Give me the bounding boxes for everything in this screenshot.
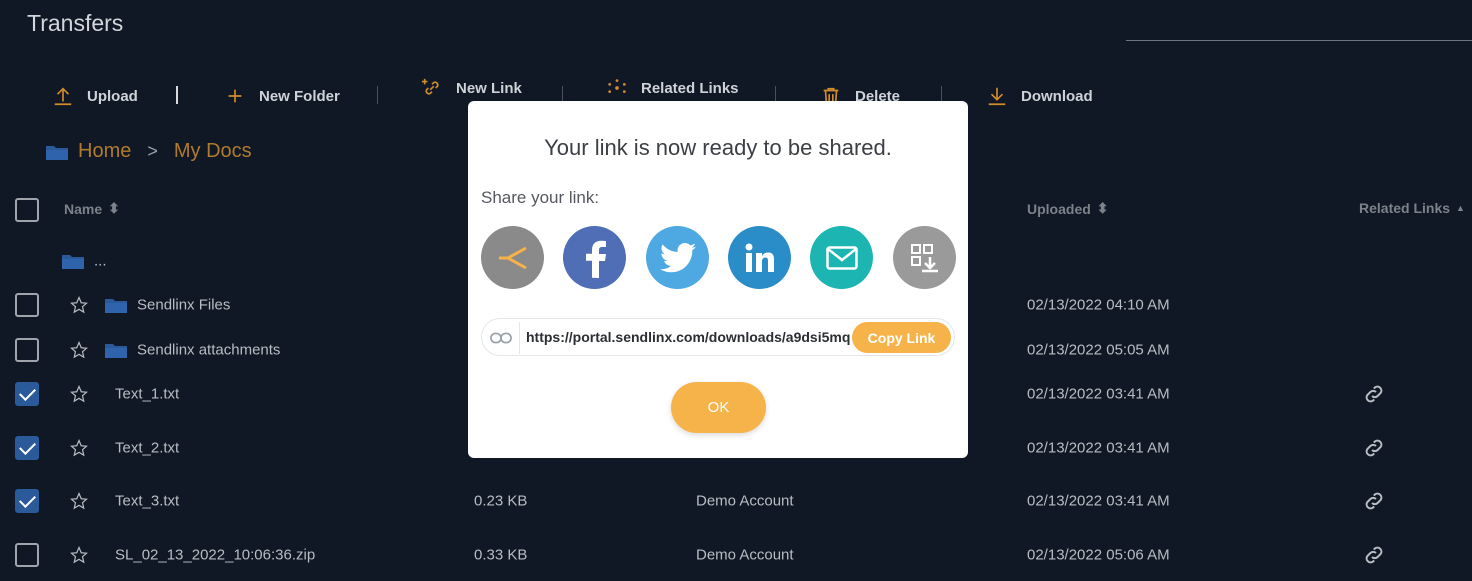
owner-name: Demo Account [696, 546, 794, 564]
share-link-modal: Your link is now ready to be shared. Sha… [468, 101, 968, 458]
link-icon[interactable] [1362, 436, 1386, 460]
star-icon[interactable] [70, 439, 88, 457]
email-icon[interactable] [810, 226, 873, 289]
file-name[interactable]: Text_3.txt [115, 493, 179, 510]
network-icon [608, 79, 626, 94]
row-checkbox[interactable] [15, 436, 39, 460]
star-icon[interactable] [70, 546, 88, 564]
ok-button[interactable]: OK [671, 382, 766, 433]
upload-icon [54, 87, 72, 106]
table-row[interactable]: SL_02_13_2022_10:06:36.zip 0.33 KB Demo … [0, 535, 1472, 575]
app-background: Transfers Upload New Folder New Link Rel… [0, 0, 1472, 581]
upload-button[interactable]: Upload [52, 78, 138, 114]
uploaded-date: 02/13/2022 05:06 AM [1027, 546, 1170, 564]
download-label: Download [1021, 87, 1093, 105]
sort-icon: ⬍ [108, 200, 120, 216]
title-divider [1126, 40, 1472, 41]
star-icon[interactable] [70, 385, 88, 403]
file-size: 0.23 KB [474, 492, 528, 510]
upload-label: Upload [87, 87, 138, 105]
toolbar-separator [377, 86, 378, 104]
uploaded-date: 02/13/2022 03:41 AM [1027, 492, 1170, 510]
breadcrumb: Home > My Docs [46, 140, 252, 163]
uploaded-date: 02/13/2022 04:10 AM [1027, 296, 1170, 314]
uploaded-date: 02/13/2022 05:05 AM [1027, 341, 1170, 359]
file-size: 0.33 KB [474, 546, 528, 564]
column-header-related-links[interactable]: Related Links ▲ [1359, 200, 1465, 216]
download-button[interactable]: Download [986, 78, 1093, 114]
new-folder-button[interactable]: New Folder [224, 78, 340, 114]
twitter-icon[interactable] [646, 226, 709, 289]
add-link-icon [421, 78, 439, 95]
uploaded-date: 02/13/2022 03:41 AM [1027, 385, 1170, 403]
file-name[interactable]: Sendlinx attachments [137, 342, 280, 359]
column-name-label: Name [64, 200, 103, 217]
chain-link-icon [490, 332, 512, 344]
select-all-checkbox[interactable] [15, 198, 39, 222]
file-name[interactable]: Text_2.txt [115, 440, 179, 457]
breadcrumb-home[interactable]: Home [78, 140, 131, 163]
copy-link-button[interactable]: Copy Link [852, 322, 951, 353]
page-title: Transfers [27, 10, 124, 36]
toolbar-separator [176, 86, 178, 104]
file-name[interactable]: Text_1.txt [115, 386, 179, 403]
linkedin-icon[interactable] [728, 226, 791, 289]
row-checkbox[interactable] [15, 489, 39, 513]
uploaded-date: 02/13/2022 03:41 AM [1027, 439, 1170, 457]
file-name[interactable]: SL_02_13_2022_10:06:36.zip [115, 547, 315, 564]
download-icon [988, 87, 1006, 106]
share-link-url[interactable]: https://portal.sendlinx.com/downloads/a9… [526, 329, 850, 345]
plus-icon [228, 89, 242, 103]
file-name[interactable]: Sendlinx Files [137, 297, 230, 314]
column-header-name[interactable]: Name ⬍ [64, 200, 120, 217]
share-link-field[interactable]: https://portal.sendlinx.com/downloads/a9… [481, 318, 955, 356]
qr-download-icon[interactable] [893, 226, 956, 289]
folder-icon [105, 299, 127, 313]
sort-ascending-icon: ▲ [1456, 203, 1465, 213]
star-icon[interactable] [70, 492, 88, 510]
row-checkbox[interactable] [15, 543, 39, 567]
column-uploaded-label: Uploaded [1027, 200, 1091, 217]
link-icon[interactable] [1362, 543, 1386, 567]
row-checkbox[interactable] [15, 382, 39, 406]
sendlinx-icon[interactable] [481, 226, 544, 289]
link-field-divider [519, 322, 520, 354]
share-label: Share your link: [481, 188, 600, 207]
link-icon[interactable] [1362, 489, 1386, 513]
folder-icon [105, 344, 127, 358]
row-checkbox[interactable] [15, 338, 39, 362]
new-link-label: New Link [456, 79, 522, 97]
owner-name: Demo Account [696, 492, 794, 510]
sort-icon: ⬍ [1096, 200, 1109, 216]
row-checkbox[interactable] [15, 293, 39, 317]
folder-icon [62, 255, 84, 269]
folder-icon [46, 145, 68, 160]
column-related-links-label: Related Links [1359, 200, 1451, 216]
star-icon[interactable] [70, 296, 88, 314]
new-folder-label: New Folder [259, 87, 340, 105]
link-icon[interactable] [1362, 382, 1386, 406]
facebook-icon[interactable] [563, 226, 626, 289]
parent-folder-label: ... [94, 252, 107, 270]
modal-title: Your link is now ready to be shared. [544, 135, 892, 160]
breadcrumb-current[interactable]: My Docs [174, 140, 252, 163]
breadcrumb-separator: > [147, 141, 158, 161]
related-links-label: Related Links [641, 79, 739, 97]
star-icon[interactable] [70, 341, 88, 359]
table-row[interactable]: Text_3.txt 0.23 KB Demo Account 02/13/20… [0, 481, 1472, 521]
column-header-uploaded[interactable]: Uploaded ⬍ [1027, 200, 1109, 217]
